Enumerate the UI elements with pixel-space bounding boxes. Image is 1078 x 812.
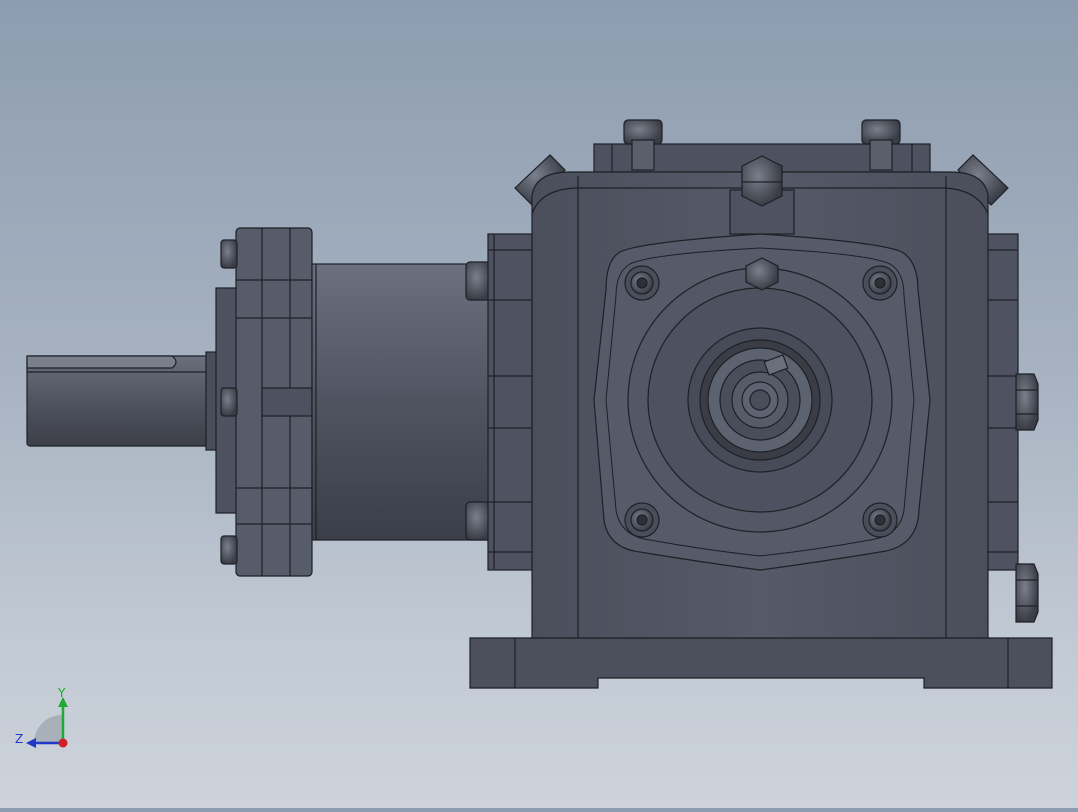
cad-viewport[interactable] bbox=[0, 0, 1078, 808]
z-axis-arrowhead bbox=[26, 738, 36, 748]
x-axis-dot bbox=[58, 738, 68, 748]
y-axis-label: Y bbox=[57, 686, 66, 700]
coordinate-triad: Y Z bbox=[10, 685, 80, 755]
base-plate[interactable] bbox=[469, 637, 1053, 689]
z-axis-label: Z bbox=[15, 732, 23, 746]
output-shaft[interactable] bbox=[26, 351, 221, 451]
motor-body[interactable] bbox=[311, 233, 533, 571]
triad-quadrant bbox=[34, 715, 62, 743]
motor-flange[interactable] bbox=[215, 227, 313, 577]
gearbox-model[interactable] bbox=[0, 0, 1078, 808]
right-side-flange[interactable] bbox=[985, 233, 1039, 623]
